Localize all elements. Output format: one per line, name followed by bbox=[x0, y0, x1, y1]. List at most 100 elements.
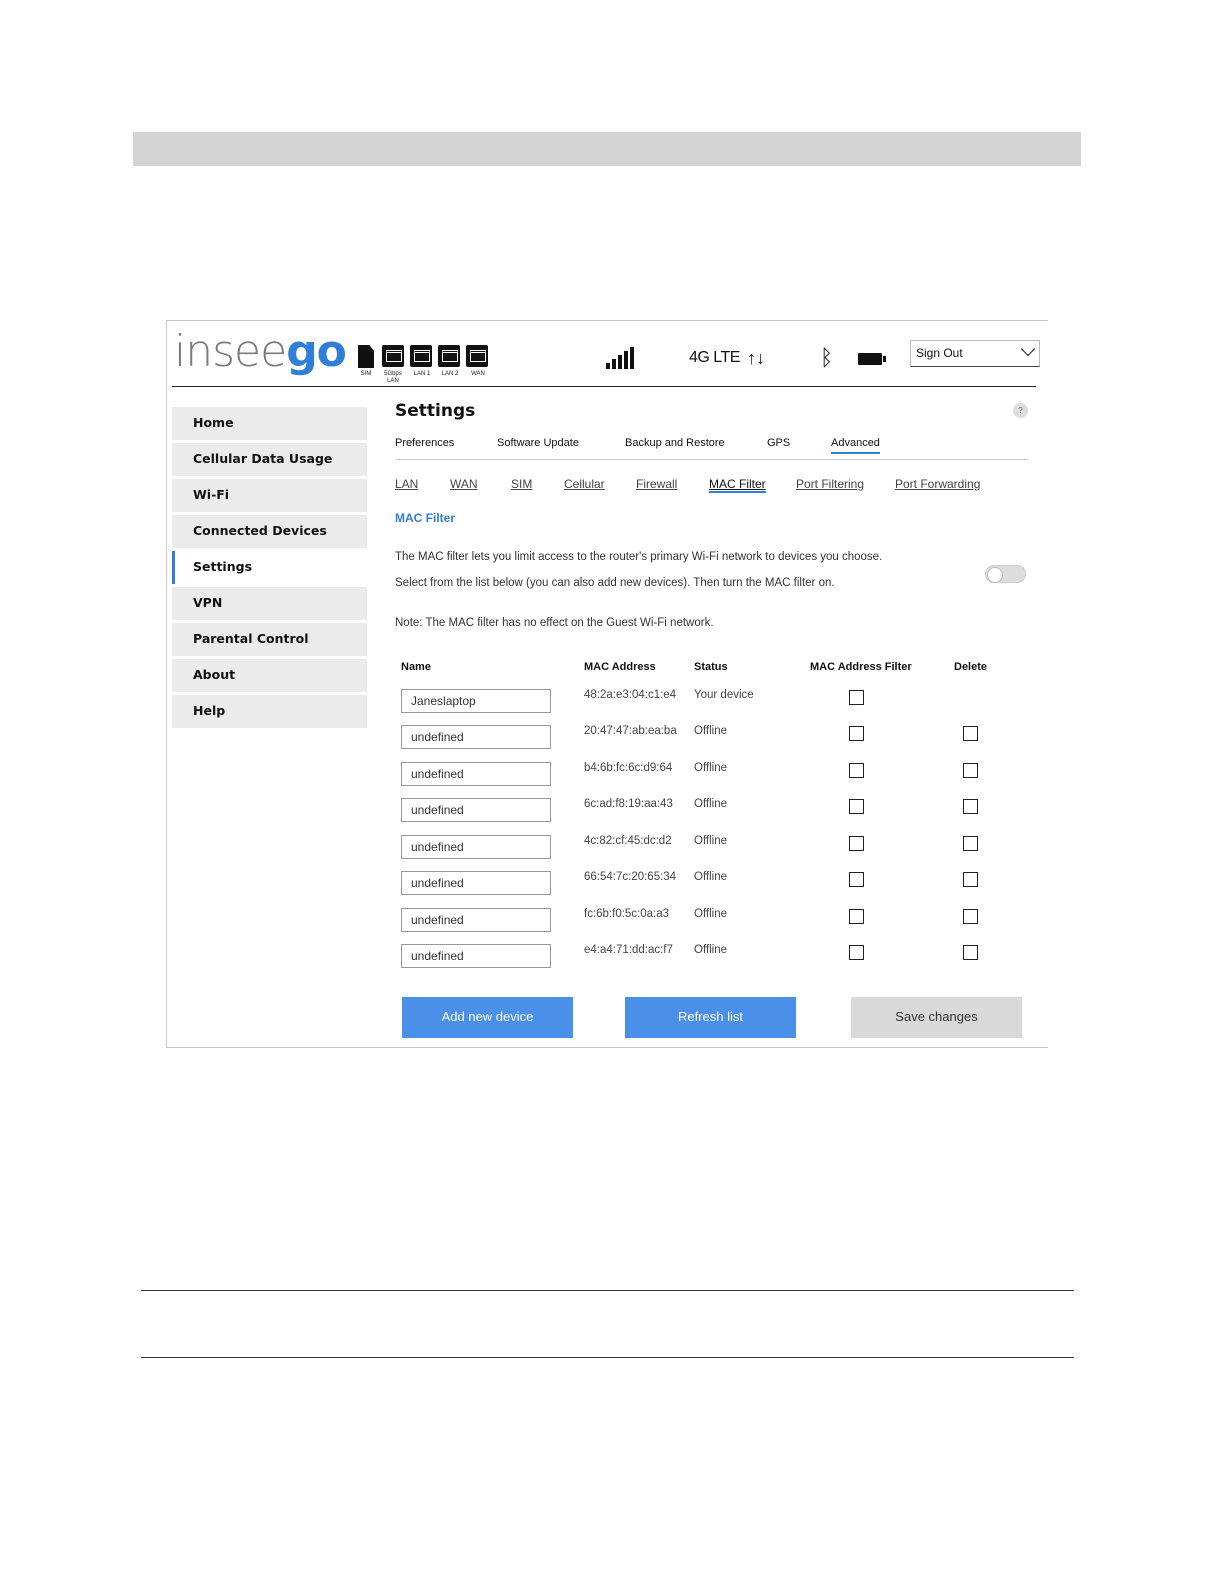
ethernet-port-icon: LAN 2 bbox=[438, 345, 460, 377]
mac-filter-checkbox[interactable] bbox=[849, 872, 864, 887]
table-row: undefined fc:6b:f0:5c:0a:a3 Offline bbox=[401, 908, 1021, 932]
tab-advanced[interactable]: Advanced bbox=[831, 437, 880, 454]
table-row: undefined e4:a4:71:dd:ac:f7 Offline bbox=[401, 944, 1021, 968]
mac-address: 6c:ad:f8:19:aa:43 bbox=[584, 798, 673, 810]
subtab-firewall[interactable]: Firewall bbox=[636, 477, 677, 491]
column-header-name: Name bbox=[401, 661, 431, 673]
device-status: Offline bbox=[694, 798, 728, 810]
divider bbox=[141, 1290, 1074, 1291]
device-name-field[interactable]: undefined bbox=[401, 798, 551, 822]
divider bbox=[141, 1357, 1074, 1358]
save-changes-button[interactable]: Save changes bbox=[851, 997, 1022, 1038]
sidebar-item-vpn[interactable]: VPN bbox=[172, 587, 367, 620]
table-row: undefined 6c:ad:f8:19:aa:43 Offline bbox=[401, 798, 1021, 822]
device-name-field[interactable]: Janeslaptop bbox=[401, 689, 551, 713]
mac-filter-checkbox[interactable] bbox=[849, 726, 864, 741]
column-header-status: Status bbox=[694, 661, 728, 673]
device-status: Offline bbox=[694, 871, 728, 883]
mac-filter-checkbox[interactable] bbox=[849, 945, 864, 960]
mac-address: 66:54:7c:20:65:34 bbox=[584, 871, 677, 883]
data-arrows-icon: ↑↓ bbox=[747, 348, 765, 368]
sidebar-item-about[interactable]: About bbox=[172, 659, 367, 692]
sidebar-item-cellular-data-usage[interactable]: Cellular Data Usage bbox=[172, 443, 367, 476]
table-row: Janeslaptop 48:2a:e3:04:c1:e4 Your devic… bbox=[401, 689, 1021, 713]
subtab-mac-filter[interactable]: MAC Filter bbox=[709, 477, 766, 493]
device-status: Your device bbox=[694, 689, 754, 701]
subtab-cellular[interactable]: Cellular bbox=[564, 477, 605, 491]
device-name-field[interactable]: undefined bbox=[401, 871, 551, 895]
column-header-mac-address: MAC Address bbox=[584, 661, 656, 673]
delete-checkbox[interactable] bbox=[963, 945, 978, 960]
mac-filter-checkbox[interactable] bbox=[849, 690, 864, 705]
tab-preferences[interactable]: Preferences bbox=[395, 437, 454, 449]
ethernet-port-icon: WAN bbox=[466, 345, 488, 377]
subtab-sim[interactable]: SIM bbox=[511, 477, 532, 491]
device-status: Offline bbox=[694, 908, 728, 920]
table-row: undefined b4:6b:fc:6c:d9:64 Offline bbox=[401, 762, 1021, 786]
settings-tabs: Preferences Software Update Backup and R… bbox=[395, 437, 1029, 460]
sidebar-item-settings[interactable]: Settings bbox=[172, 551, 367, 584]
delete-checkbox[interactable] bbox=[963, 799, 978, 814]
chevron-down-icon bbox=[1020, 341, 1036, 357]
bluetooth-icon: ᛒ bbox=[820, 345, 834, 370]
device-status: Offline bbox=[694, 944, 728, 956]
device-name-field[interactable]: undefined bbox=[401, 908, 551, 932]
mac-address: 48:2a:e3:04:c1:e4 bbox=[584, 689, 677, 701]
refresh-list-button[interactable]: Refresh list bbox=[625, 997, 796, 1038]
note-text: Note: The MAC filter has no effect on th… bbox=[395, 617, 714, 629]
column-header-mac-address-filter: MAC Address Filter bbox=[810, 661, 912, 673]
mac-filter-checkbox[interactable] bbox=[849, 836, 864, 851]
device-name-field[interactable]: undefined bbox=[401, 762, 551, 786]
mac-filter-toggle[interactable] bbox=[985, 565, 1026, 583]
device-status: Offline bbox=[694, 835, 728, 847]
tab-backup-and-restore[interactable]: Backup and Restore bbox=[625, 437, 725, 449]
battery-icon bbox=[858, 353, 886, 365]
delete-checkbox[interactable] bbox=[963, 909, 978, 924]
page-title: Settings bbox=[395, 401, 476, 421]
delete-checkbox[interactable] bbox=[963, 872, 978, 887]
help-icon[interactable]: ? bbox=[1013, 403, 1028, 418]
column-header-delete: Delete bbox=[954, 661, 988, 673]
description-line-1: The MAC filter lets you limit access to … bbox=[395, 551, 883, 563]
mac-filter-checkbox[interactable] bbox=[849, 909, 864, 924]
ethernet-port-icon: LAN 1 bbox=[410, 345, 432, 377]
main-content: Settings ? Preferences Software Update B… bbox=[395, 401, 1031, 1038]
sidebar-item-wifi[interactable]: Wi-Fi bbox=[172, 479, 367, 512]
description-line-2: Select from the list below (you can also… bbox=[395, 577, 835, 589]
mac-address: fc:6b:f0:5c:0a:a3 bbox=[584, 908, 670, 920]
ethernet-port-icon: 5Gbps LAN bbox=[382, 345, 404, 384]
delete-checkbox[interactable] bbox=[963, 726, 978, 741]
mac-filter-checkbox[interactable] bbox=[849, 763, 864, 778]
mac-address: 20:47:47:ab:ea:ba bbox=[584, 725, 677, 737]
sidebar-item-parental-control[interactable]: Parental Control bbox=[172, 623, 367, 656]
page-header-bar bbox=[133, 132, 1081, 166]
subtab-port-filtering[interactable]: Port Filtering bbox=[796, 477, 864, 491]
signout-dropdown[interactable]: Sign Out bbox=[910, 340, 1040, 367]
sim-icon: SIM bbox=[358, 345, 374, 377]
sidebar-item-help[interactable]: Help bbox=[172, 695, 367, 728]
device-name-field[interactable]: undefined bbox=[401, 835, 551, 859]
top-header: inseego SIM 5Gbps LAN LAN 1 LAN 2 WAN 4G… bbox=[172, 321, 1040, 387]
inseego-logo: inseego bbox=[174, 326, 347, 377]
mac-filter-checkbox[interactable] bbox=[849, 799, 864, 814]
delete-checkbox[interactable] bbox=[963, 836, 978, 851]
mac-address: 4c:82:cf:45:dc:d2 bbox=[584, 835, 672, 847]
subtab-lan[interactable]: LAN bbox=[395, 477, 418, 491]
add-new-device-button[interactable]: Add new device bbox=[402, 997, 573, 1038]
subtab-wan[interactable]: WAN bbox=[450, 477, 478, 491]
device-name-field[interactable]: undefined bbox=[401, 725, 551, 749]
section-title: MAC Filter bbox=[395, 511, 455, 525]
mac-address: e4:a4:71:dd:ac:f7 bbox=[584, 944, 673, 956]
subtab-port-forwarding[interactable]: Port Forwarding bbox=[895, 477, 980, 491]
delete-checkbox[interactable] bbox=[963, 763, 978, 778]
table-row: undefined 4c:82:cf:45:dc:d2 Offline bbox=[401, 835, 1021, 859]
tab-software-update[interactable]: Software Update bbox=[497, 437, 579, 449]
table-row: undefined 66:54:7c:20:65:34 Offline bbox=[401, 871, 1021, 895]
tab-gps[interactable]: GPS bbox=[767, 437, 790, 449]
sidebar-item-connected-devices[interactable]: Connected Devices bbox=[172, 515, 367, 548]
device-name-field[interactable]: undefined bbox=[401, 944, 551, 968]
mac-address: b4:6b:fc:6c:d9:64 bbox=[584, 762, 673, 774]
sidebar-item-home[interactable]: Home bbox=[172, 407, 367, 440]
table-row: undefined 20:47:47:ab:ea:ba Offline bbox=[401, 725, 1021, 749]
router-admin-window: inseego SIM 5Gbps LAN LAN 1 LAN 2 WAN 4G… bbox=[166, 320, 1048, 1048]
